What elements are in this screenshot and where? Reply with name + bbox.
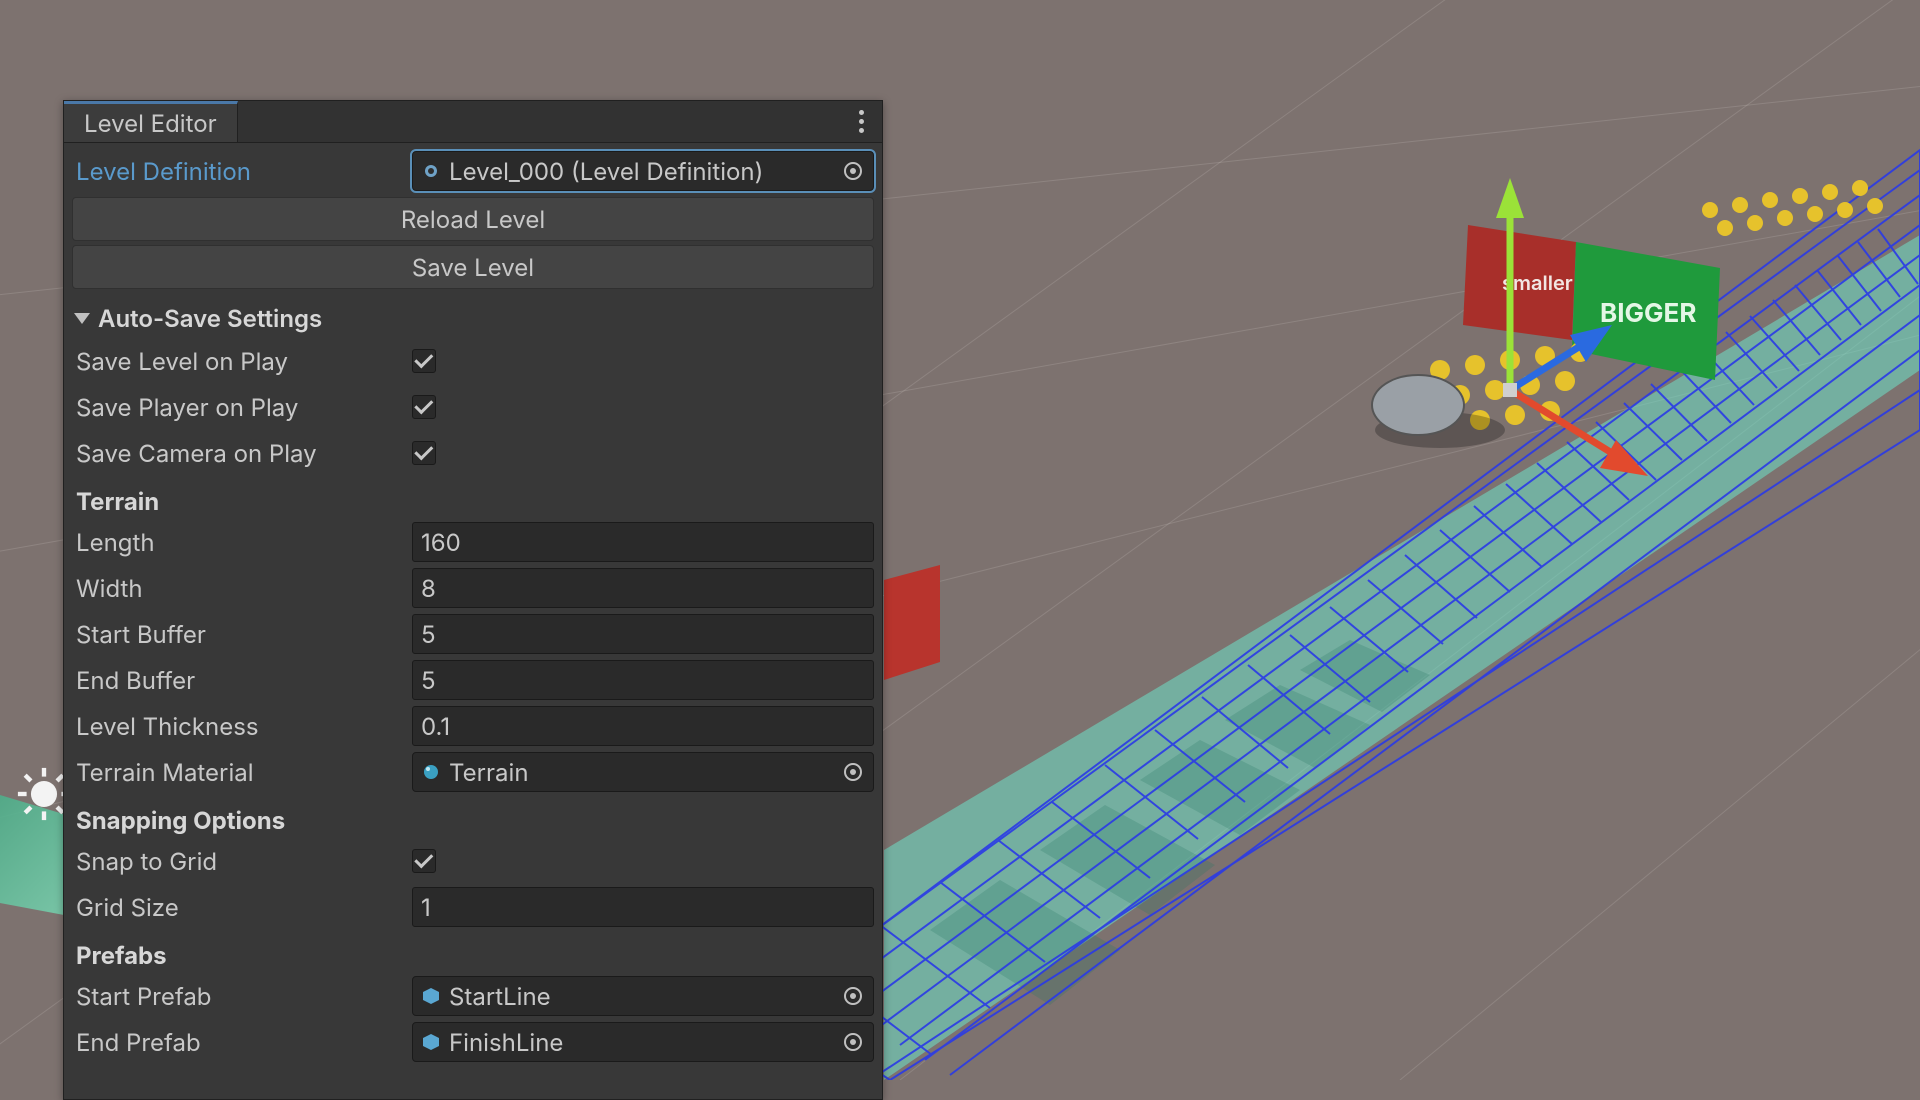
- terrain-heading: Terrain: [76, 487, 874, 516]
- width-field[interactable]: [412, 568, 874, 608]
- level-definition-label: Level Definition: [72, 157, 412, 186]
- save-level-label: Save Level: [412, 253, 534, 282]
- end-buffer-input[interactable]: [421, 666, 865, 695]
- material-icon: [421, 762, 441, 782]
- level-thickness-input[interactable]: [421, 712, 865, 741]
- level-definition-field[interactable]: Level_000 (Level Definition): [412, 151, 874, 191]
- scriptable-object-icon: [421, 161, 441, 181]
- gate-red: smaller: [1463, 225, 1576, 340]
- end-prefab-label: End Prefab: [72, 1028, 412, 1057]
- save-level-button[interactable]: Save Level: [72, 245, 874, 289]
- player: [1372, 375, 1464, 435]
- grid-size-input[interactable]: [421, 893, 865, 922]
- save-level-on-play-label: Save Level on Play: [72, 347, 412, 376]
- start-buffer-input[interactable]: [421, 620, 865, 649]
- grid-size-field[interactable]: [412, 887, 874, 927]
- length-label: Length: [72, 528, 412, 557]
- start-buffer-label: Start Buffer: [72, 620, 412, 649]
- end-prefab-picker[interactable]: [839, 1028, 867, 1056]
- snapping-heading: Snapping Options: [76, 806, 874, 835]
- target-icon: [842, 160, 864, 182]
- reload-level-button[interactable]: Reload Level: [72, 197, 874, 241]
- target-icon: [842, 985, 864, 1007]
- foldout-triangle-icon: [74, 313, 90, 324]
- end-buffer-field[interactable]: [412, 660, 874, 700]
- snap-to-grid-checkbox[interactable]: [412, 849, 436, 873]
- object-picker-button[interactable]: [839, 157, 867, 185]
- autosave-heading: Auto-Save Settings: [98, 304, 322, 333]
- save-player-on-play-label: Save Player on Play: [72, 393, 412, 422]
- grid-size-label: Grid Size: [72, 893, 412, 922]
- length-field[interactable]: [412, 522, 874, 562]
- prefab-icon: [421, 986, 441, 1006]
- width-label: Width: [72, 574, 412, 603]
- start-buffer-field[interactable]: [412, 614, 874, 654]
- tab-level-editor[interactable]: Level Editor: [64, 101, 238, 142]
- terrain-material-field[interactable]: Terrain: [412, 752, 874, 792]
- target-icon: [842, 761, 864, 783]
- terrain-material-label: Terrain Material: [72, 758, 412, 787]
- terrain-material-value: Terrain: [449, 758, 831, 787]
- prefabs-heading: Prefabs: [76, 941, 874, 970]
- end-prefab-field[interactable]: FinishLine: [412, 1022, 874, 1062]
- level-thickness-field[interactable]: [412, 706, 874, 746]
- end-prefab-value: FinishLine: [449, 1028, 831, 1057]
- svg-text:BIGGER: BIGGER: [1600, 298, 1696, 329]
- kebab-menu-icon: [859, 110, 864, 133]
- start-prefab-field[interactable]: StartLine: [412, 976, 874, 1016]
- save-player-on-play-checkbox[interactable]: [412, 395, 436, 419]
- level-editor-panel: Level Editor Level Definition Level_000 …: [63, 100, 883, 1100]
- level-definition-value: Level_000 (Level Definition): [449, 157, 831, 186]
- autosave-foldout[interactable]: Auto-Save Settings: [72, 297, 874, 339]
- width-input[interactable]: [421, 574, 865, 603]
- save-camera-on-play-checkbox[interactable]: [412, 441, 436, 465]
- panel-menu-button[interactable]: [840, 101, 882, 142]
- level-thickness-label: Level Thickness: [72, 712, 412, 741]
- start-prefab-value: StartLine: [449, 982, 831, 1011]
- tab-strip: Level Editor: [64, 101, 882, 143]
- length-input[interactable]: [421, 528, 865, 557]
- gate-near-red: [884, 565, 940, 680]
- material-picker-button[interactable]: [839, 758, 867, 786]
- save-camera-on-play-label: Save Camera on Play: [72, 439, 412, 468]
- start-prefab-label: Start Prefab: [72, 982, 412, 1011]
- save-level-on-play-checkbox[interactable]: [412, 349, 436, 373]
- reload-level-label: Reload Level: [401, 205, 545, 234]
- end-buffer-label: End Buffer: [72, 666, 412, 695]
- prefab-icon: [421, 1032, 441, 1052]
- start-prefab-picker[interactable]: [839, 982, 867, 1010]
- snap-to-grid-label: Snap to Grid: [72, 847, 412, 876]
- target-icon: [842, 1031, 864, 1053]
- tab-label: Level Editor: [84, 109, 217, 138]
